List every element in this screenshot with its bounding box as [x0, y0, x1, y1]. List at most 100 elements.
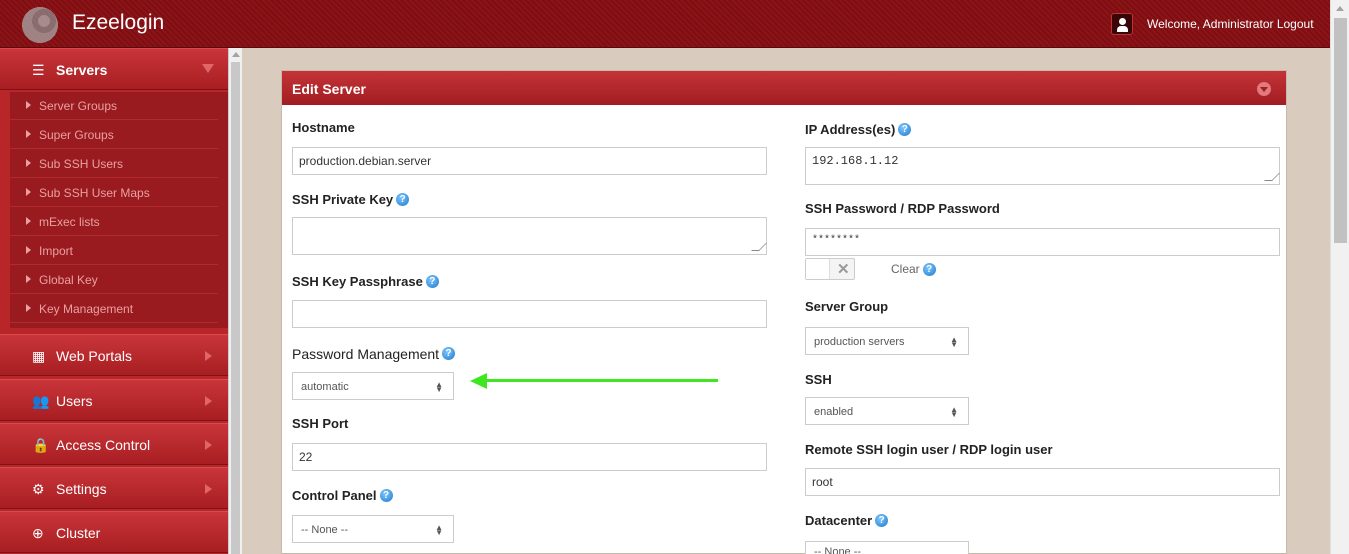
ssh-key-passphrase-input[interactable]: [292, 300, 767, 328]
sidebar-item-label: Settings: [56, 481, 107, 497]
page-scrollbar[interactable]: [1330, 0, 1349, 554]
toggle-knob: [806, 259, 830, 279]
updown-icon: ▲ ▼: [435, 523, 443, 537]
help-icon[interactable]: ?: [922, 263, 936, 276]
ssh-private-key-textarea[interactable]: [292, 217, 767, 255]
chevron-right-icon: [205, 351, 212, 361]
sidebar-subitem-label: Sub SSH User Maps: [39, 186, 150, 200]
welcome-logout-link[interactable]: Welcome, Administrator Logout: [1147, 17, 1314, 31]
ip-address-label: IP Address(es)?: [805, 122, 912, 137]
servers-submenu: Server Groups Super Groups Sub SSH Users…: [10, 92, 228, 328]
ssh-port-input[interactable]: 22: [292, 443, 767, 471]
sidebar-subitem-mexec-lists[interactable]: mExec lists: [10, 208, 218, 236]
collapse-icon[interactable]: [1257, 82, 1271, 96]
help-icon[interactable]: ?: [396, 193, 410, 206]
globe-icon: ⊕: [32, 525, 44, 541]
caret-right-icon: [26, 101, 31, 109]
top-bar: Ezeelogin Welcome, Administrator Logout: [0, 0, 1330, 48]
sidebar-item-users[interactable]: 👥 Users: [0, 379, 228, 421]
help-icon[interactable]: ?: [379, 489, 393, 502]
list-icon: ☰: [32, 62, 45, 78]
sidebar-item-label: Users: [56, 393, 93, 409]
ip-address-textarea[interactable]: 192.168.1.12: [805, 147, 1280, 185]
ssh-private-key-label: SSH Private Key?: [292, 192, 410, 207]
ssh-select[interactable]: enabled ▲ ▼: [805, 397, 969, 425]
sidebar-item-servers[interactable]: ☰ Servers: [0, 48, 228, 90]
sidebar-subitem-label: Import: [39, 244, 74, 258]
sidebar-subitem-super-groups[interactable]: Super Groups: [10, 121, 218, 149]
scroll-up-icon[interactable]: [1336, 6, 1344, 11]
sidebar-scrollbar[interactable]: [228, 48, 242, 554]
scroll-up-icon[interactable]: [232, 52, 240, 57]
ssh-label: SSH: [805, 372, 832, 387]
help-icon[interactable]: ?: [875, 514, 889, 527]
caret-right-icon: [26, 159, 31, 167]
lock-icon: 🔒: [32, 437, 50, 453]
remote-login-user-label: Remote SSH login user / RDP login user: [805, 442, 1053, 457]
hostname-input[interactable]: production.debian.server: [292, 147, 767, 175]
scrollbar-thumb[interactable]: [1334, 18, 1347, 243]
updown-icon: ▲ ▼: [950, 405, 958, 419]
select-value: enabled: [814, 406, 854, 418]
sidebar-subitem-sub-ssh-user-maps[interactable]: Sub SSH User Maps: [10, 179, 218, 207]
scrollbar-thumb[interactable]: [231, 62, 240, 554]
help-icon[interactable]: ?: [425, 275, 439, 288]
sidebar-subitem-label: Key Management: [39, 302, 134, 316]
panel-title: Edit Server: [292, 81, 366, 97]
sidebar-subitem-server-groups[interactable]: Server Groups: [10, 92, 218, 120]
password-management-label: Password Management?: [292, 346, 456, 362]
edit-server-panel: Edit Server Hostname production.debian.s…: [281, 70, 1287, 554]
label-text: Datacenter: [805, 513, 873, 528]
control-panel-select[interactable]: -- None -- ▲ ▼: [292, 515, 454, 543]
caret-right-icon: [26, 304, 31, 312]
annotation-arrow: [470, 373, 718, 389]
sidebar-subitem-label: Sub SSH Users: [39, 157, 124, 171]
sidebar-subitem-sub-ssh-users[interactable]: Sub SSH Users: [10, 150, 218, 178]
caret-right-icon: [26, 246, 31, 254]
datacenter-select[interactable]: -- None --: [805, 541, 969, 554]
sidebar-subitem-label: Global Key: [39, 273, 98, 287]
caret-right-icon: [26, 217, 31, 225]
grid-icon: ▦: [32, 348, 46, 364]
password-management-select[interactable]: automatic ▲ ▼: [292, 372, 454, 400]
updown-icon: ▲ ▼: [950, 335, 958, 349]
label-text: IP Address(es): [805, 122, 896, 137]
ssh-password-input[interactable]: ********: [805, 228, 1280, 256]
caret-right-icon: [26, 275, 31, 283]
label-text: Password Management: [292, 346, 440, 362]
logo-icon: [20, 5, 60, 45]
close-icon: ✕: [837, 261, 850, 278]
sidebar-item-web-portals[interactable]: ▦ Web Portals: [0, 334, 228, 376]
sidebar-subitem-label: Super Groups: [39, 128, 114, 142]
sidebar-item-settings[interactable]: ⚙ Settings: [0, 467, 228, 509]
help-icon[interactable]: ?: [898, 123, 912, 136]
select-value: -- None --: [814, 546, 862, 554]
sidebar-subitem-label: mExec lists: [39, 215, 100, 229]
caret-right-icon: [26, 188, 31, 196]
label-text: SSH Private Key: [292, 192, 394, 207]
help-icon[interactable]: ?: [442, 347, 456, 360]
ssh-key-passphrase-label: SSH Key Passphrase?: [292, 274, 439, 289]
ssh-port-label: SSH Port: [292, 416, 349, 431]
ssh-password-label: SSH Password / RDP Password: [805, 201, 1000, 216]
arrow-shaft: [484, 379, 718, 382]
sidebar-item-access-control[interactable]: 🔒 Access Control: [0, 423, 228, 465]
remote-login-user-input[interactable]: root: [805, 468, 1280, 496]
label-text: Clear: [891, 262, 920, 276]
label-text: SSH Key Passphrase: [292, 274, 423, 289]
datacenter-label: Datacenter?: [805, 513, 889, 528]
clear-password-toggle[interactable]: ✕: [805, 258, 855, 280]
sidebar-subitem-key-management[interactable]: Key Management: [10, 295, 218, 323]
sidebar-item-label: Cluster: [56, 525, 101, 541]
label-text: Control Panel: [292, 488, 377, 503]
clear-label: Clear?: [891, 262, 936, 276]
sidebar-subitem-import[interactable]: Import: [10, 237, 218, 265]
sidebar-subitem-global-key[interactable]: Global Key: [10, 266, 218, 294]
sidebar-item-cluster[interactable]: ⊕ Cluster: [0, 511, 228, 553]
select-value: production servers: [814, 336, 905, 348]
select-value: -- None --: [301, 524, 349, 536]
server-group-select[interactable]: production servers ▲ ▼: [805, 327, 969, 355]
sidebar-subitem-label: Server Groups: [39, 99, 118, 113]
select-value: automatic: [301, 381, 349, 393]
chevron-right-icon: [205, 440, 212, 450]
